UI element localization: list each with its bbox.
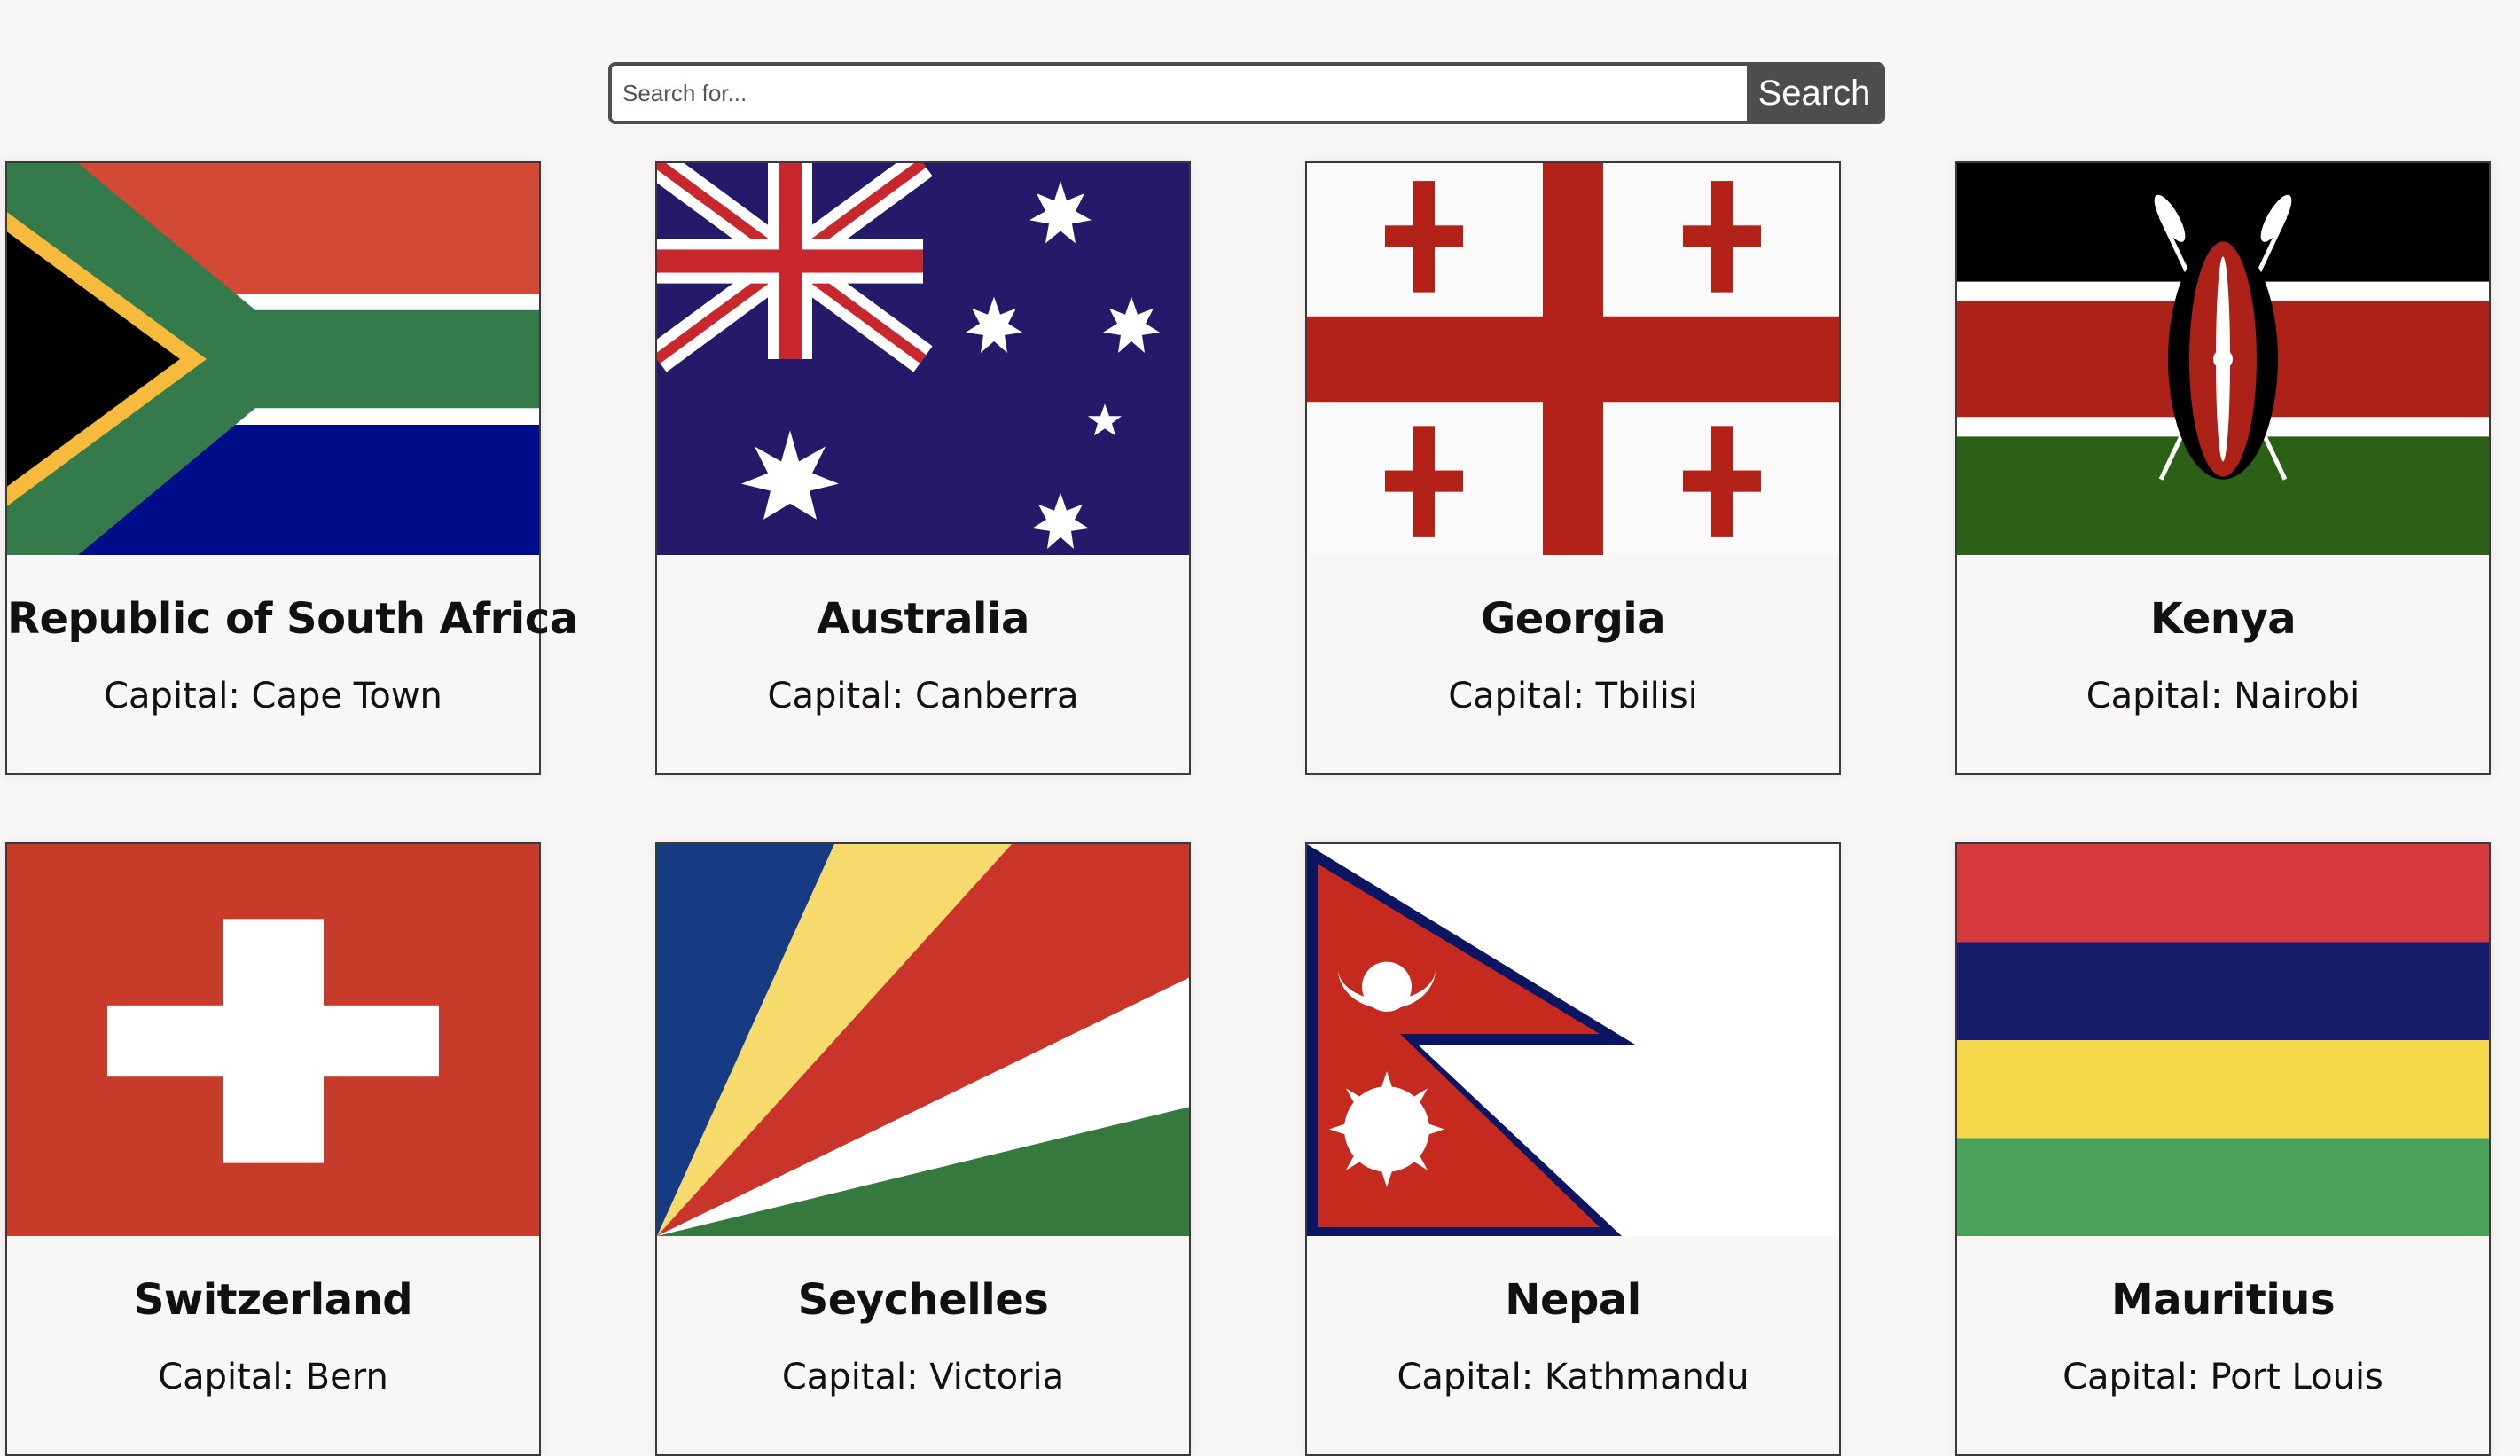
country-name: Australia bbox=[817, 594, 1029, 644]
seychelles-flag-icon bbox=[657, 844, 1189, 1236]
search-input[interactable] bbox=[612, 66, 1747, 121]
australia-flag-icon bbox=[657, 163, 1189, 555]
search-button[interactable]: Search bbox=[1747, 66, 1882, 121]
country-capital: Capital: Tbilisi bbox=[1448, 676, 1698, 716]
country-card[interactable]: Kenya Capital: Nairobi bbox=[1955, 161, 2491, 775]
country-name: Republic of South Africa bbox=[7, 594, 578, 644]
country-card[interactable]: Nepal Capital: Kathmandu bbox=[1305, 842, 1841, 1456]
country-card[interactable]: Seychelles Capital: Victoria bbox=[655, 842, 1191, 1456]
country-card[interactable]: Republic of South Africa Capital: Cape T… bbox=[5, 161, 578, 775]
south-africa-flag-icon bbox=[7, 163, 539, 555]
country-capital: Capital: Nairobi bbox=[2086, 676, 2360, 716]
nepal-flag-icon bbox=[1307, 844, 1839, 1236]
country-capital: Capital: Victoria bbox=[781, 1357, 1065, 1397]
country-name: Switzerland bbox=[133, 1275, 413, 1325]
country-capital: Capital: Cape Town bbox=[104, 676, 442, 716]
country-name: Mauritius bbox=[2110, 1275, 2336, 1325]
country-grid: Republic of South Africa Capital: Cape T… bbox=[5, 161, 2491, 1456]
country-name: Georgia bbox=[1480, 594, 1666, 644]
country-card[interactable]: Australia Capital: Canberra bbox=[655, 161, 1191, 775]
country-capital: Capital: Port Louis bbox=[2062, 1357, 2383, 1397]
country-capital: Capital: Kathmandu bbox=[1397, 1357, 1749, 1397]
country-card[interactable]: Switzerland Capital: Bern bbox=[5, 842, 541, 1456]
georgia-flag-icon bbox=[1307, 163, 1839, 555]
country-name: Nepal bbox=[1505, 1275, 1641, 1325]
country-capital: Capital: Canberra bbox=[767, 676, 1079, 716]
country-name: Seychelles bbox=[797, 1275, 1049, 1325]
kenya-flag-icon bbox=[1957, 163, 2489, 555]
mauritius-flag-icon bbox=[1957, 844, 2489, 1236]
switzerland-flag-icon bbox=[7, 844, 539, 1236]
country-card[interactable]: Mauritius Capital: Port Louis bbox=[1955, 842, 2491, 1456]
country-capital: Capital: Bern bbox=[158, 1357, 388, 1397]
search-bar: Search bbox=[608, 62, 1885, 124]
country-name: Kenya bbox=[2149, 594, 2297, 644]
country-card[interactable]: Georgia Capital: Tbilisi bbox=[1305, 161, 1841, 775]
